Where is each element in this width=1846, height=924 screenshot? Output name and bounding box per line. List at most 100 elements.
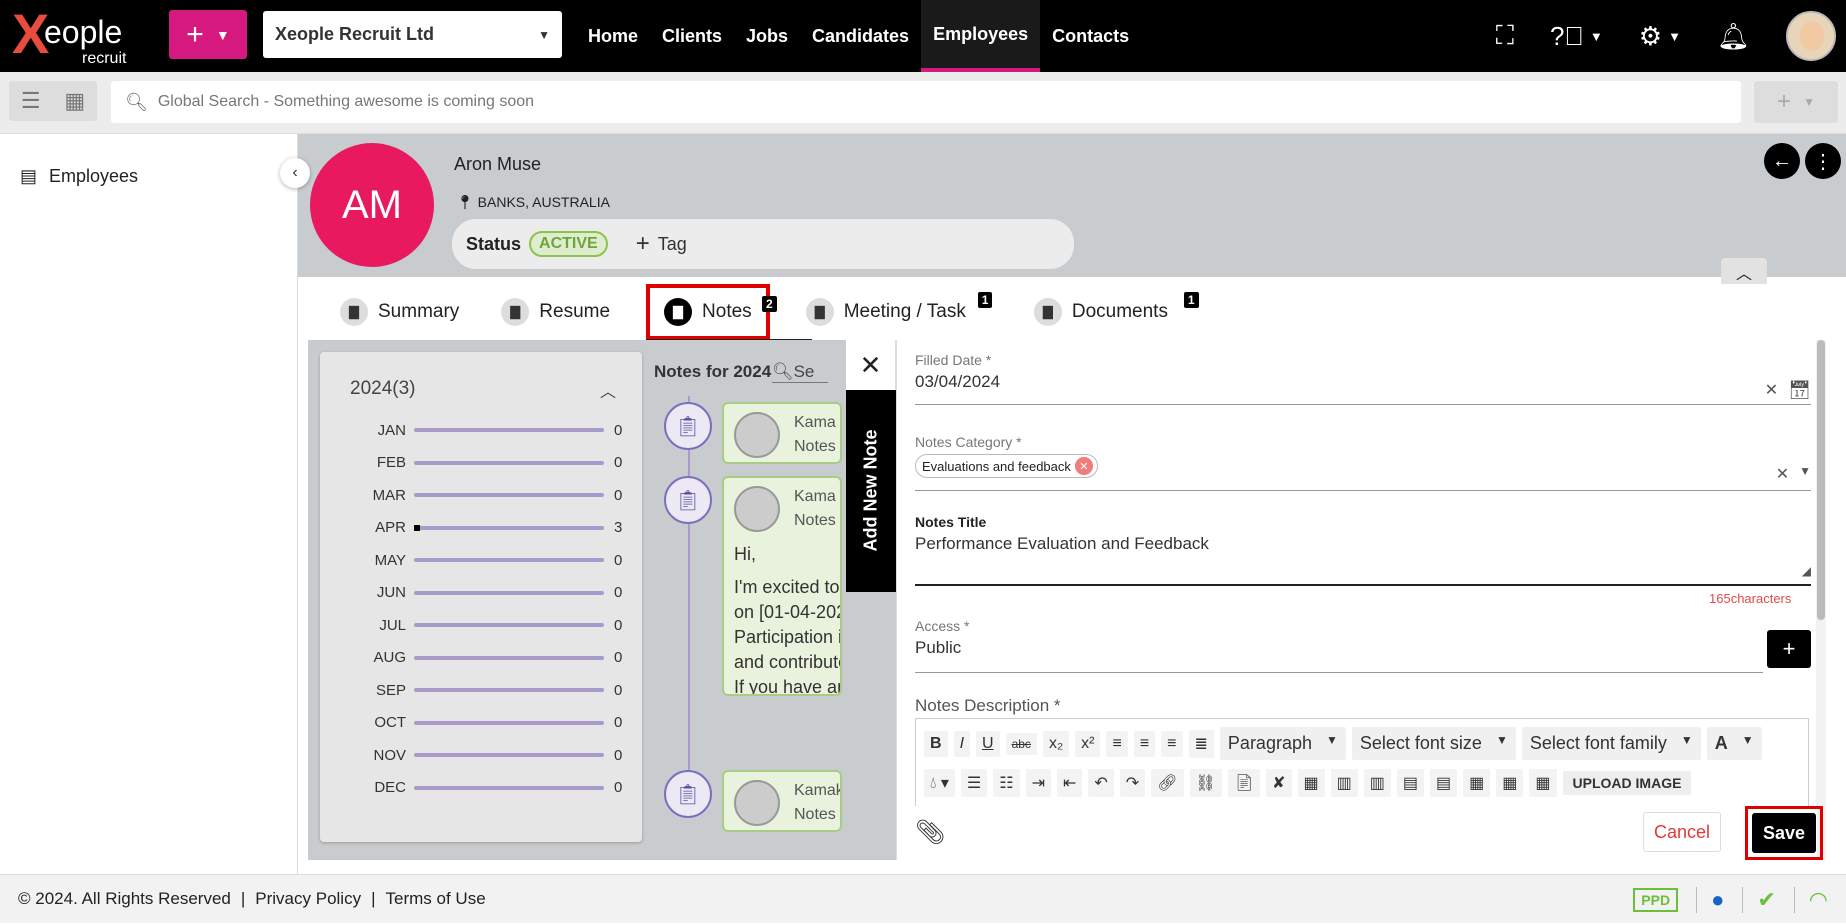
cancel-button[interactable]: Cancel [1643, 812, 1721, 852]
month-row[interactable]: JAN 0 [360, 420, 623, 440]
clear-icon[interactable]: ✕ [1765, 380, 1778, 401]
resize-handle-icon[interactable]: ◢ [1802, 564, 1811, 578]
month-row[interactable]: MAY 0 [360, 550, 623, 570]
document-icon[interactable]: 📄︎ [1227, 769, 1261, 797]
tab-summary[interactable]: ▇ Summary [326, 284, 473, 340]
month-row[interactable]: APR 3 [360, 518, 622, 538]
bullet-list-icon[interactable]: ☰ [960, 769, 988, 797]
clear-icon[interactable]: ✕ [1776, 464, 1789, 484]
link-icon[interactable]: 🔗︎ [1151, 769, 1184, 797]
numbered-list-icon[interactable]: ☷ [993, 769, 1020, 797]
year-title[interactable]: 2024(3) [350, 378, 416, 400]
month-row[interactable]: NOV 0 [360, 745, 622, 765]
table-row-after-icon[interactable]: ▤ [1430, 769, 1458, 797]
paperclip-icon[interactable]: 📎︎ [915, 818, 945, 847]
nav-contacts[interactable]: Contacts [1040, 0, 1141, 72]
nav-employees[interactable]: Employees [921, 0, 1041, 72]
tab-resume[interactable]: ▇ Resume [487, 284, 624, 340]
indent-icon[interactable]: ⇥ [1025, 769, 1051, 797]
sidebar-item-employees[interactable]: ▤ Employees [20, 166, 138, 187]
merge-cells-icon[interactable]: ▦ [1529, 769, 1557, 797]
chip-remove-icon[interactable]: ✕ [1074, 457, 1093, 475]
terms-of-use-link[interactable]: Terms of Use [386, 889, 486, 909]
italic-icon[interactable]: I [953, 730, 971, 757]
access-value[interactable]: Public [915, 638, 1811, 658]
notes-title-field[interactable]: Notes Title Performance Evaluation and F… [915, 514, 1811, 590]
filled-date-field[interactable]: Filled Date * 03/04/2024 ✕ 📅︎ [915, 352, 1811, 406]
help-menu[interactable]: ?⃝ ▼ [1550, 21, 1603, 52]
check-circle-icon[interactable]: ✔ [1742, 886, 1776, 913]
close-icon[interactable]: ✕ [846, 340, 896, 390]
note-card[interactable]: Kama Notes [722, 476, 842, 538]
delete-col-icon[interactable]: ▦ [1463, 769, 1491, 797]
sidebar-collapse-button[interactable]: ‹ [280, 158, 310, 188]
grid-view-icon[interactable]: ▦ [64, 88, 85, 114]
bell-icon[interactable]: 🔔︎ [1717, 21, 1750, 52]
undo-icon[interactable]: ↶ [1088, 769, 1114, 797]
notes-category-field[interactable]: Notes Category * Evaluations and feedbac… [915, 434, 1811, 491]
category-chip[interactable]: Evaluations and feedback ✕ [915, 454, 1098, 478]
wifi-icon[interactable]: ◠ [1793, 886, 1828, 913]
table-col-after-icon[interactable]: ▥ [1363, 769, 1391, 797]
list-view-icon[interactable]: ☰ [21, 88, 41, 114]
fullscreen-icon[interactable]: ⛶ [1496, 20, 1514, 52]
save-button[interactable]: Save [1752, 813, 1816, 853]
font-size-select[interactable]: Select font size ▼ [1351, 727, 1516, 760]
nav-clients[interactable]: Clients [650, 0, 734, 72]
tab-documents[interactable]: ▇ Documents 1 [1020, 284, 1199, 340]
month-row[interactable]: SEP 0 [360, 680, 622, 700]
add-button[interactable]: + ▼ [1754, 81, 1838, 123]
calendar-icon[interactable]: 📅︎ [1788, 380, 1811, 401]
back-button[interactable]: ← [1764, 143, 1800, 179]
align-right-icon[interactable]: ≡ [1161, 730, 1183, 757]
user-circle-icon[interactable]: ● [1696, 886, 1724, 913]
superscript-icon[interactable]: x² [1075, 730, 1101, 757]
tab-meeting-task[interactable]: ▇ Meeting / Task 1 [792, 284, 993, 340]
table-row-icon[interactable]: ▤ [1396, 769, 1425, 797]
tab-notes[interactable]: ▇ Notes 2 [646, 284, 812, 342]
align-justify-icon[interactable]: ≣ [1188, 729, 1214, 758]
month-row[interactable]: DEC 0 [360, 778, 622, 798]
settings-menu[interactable]: ⚙ ▼ [1639, 21, 1681, 52]
subscript-icon[interactable]: x₂ [1042, 730, 1070, 757]
strikethrough-icon[interactable]: abc [1005, 732, 1037, 755]
xeople-logo[interactable]: X eople recruit [12, 4, 142, 68]
company-select[interactable]: Xeople Recruit Ltd ▼ [263, 11, 562, 58]
font-family-select[interactable]: Select font family ▼ [1521, 727, 1701, 760]
month-row[interactable]: JUN 0 [360, 583, 623, 603]
highlight-color-icon[interactable]: 💧︎ ▾ [924, 769, 955, 797]
collapse-header-button[interactable]: ︿ [1721, 258, 1767, 286]
notes-title-input[interactable]: Performance Evaluation and Feedback [915, 534, 1811, 554]
underline-icon[interactable]: U [976, 730, 1000, 757]
chevron-up-icon[interactable]: ︿ [600, 378, 616, 402]
redo-icon[interactable]: ↷ [1119, 769, 1146, 797]
privacy-policy-link[interactable]: Privacy Policy [255, 889, 361, 909]
chevron-down-icon[interactable]: ▼ [1799, 464, 1811, 484]
table-icon[interactable]: ▦ [1297, 769, 1325, 797]
bold-icon[interactable]: B [924, 730, 948, 757]
align-center-icon[interactable]: ≡ [1133, 730, 1156, 757]
month-row[interactable]: MAR 0 [360, 485, 623, 505]
unlink-icon[interactable]: ⛓︎ [1189, 769, 1222, 797]
status-badge[interactable]: ACTIVE [529, 231, 608, 257]
notes-search-input[interactable]: 🔍︎Se [772, 362, 828, 383]
scrollbar-thumb[interactable] [1817, 340, 1825, 620]
font-color-select[interactable]: A ▼ [1706, 727, 1762, 760]
access-field[interactable]: Access * Public [915, 618, 1811, 673]
nav-jobs[interactable]: Jobs [734, 0, 800, 72]
more-options-button[interactable]: ⋮ [1805, 143, 1841, 179]
add-tag-button[interactable]: + Tag [636, 230, 687, 258]
user-avatar[interactable] [1786, 11, 1836, 61]
ppd-badge[interactable]: PPD [1633, 887, 1679, 912]
upload-image-button[interactable]: UPLOAD IMAGE [1562, 771, 1692, 795]
delete-row-icon[interactable]: ▦ [1496, 769, 1524, 797]
quick-add-button[interactable]: + ▼ [169, 10, 247, 59]
month-row[interactable]: AUG 0 [360, 648, 622, 668]
global-search-input[interactable]: 🔍︎ Global Search - Something awesome is … [111, 81, 1741, 123]
add-access-button[interactable]: + [1767, 630, 1811, 668]
note-card[interactable]: Kamakshi Bh Notes Title : [722, 770, 842, 832]
month-row[interactable]: JUL 0 [360, 615, 622, 635]
panel-scrollbar[interactable] [1816, 340, 1826, 860]
month-row[interactable]: FEB 0 [360, 453, 623, 473]
month-row[interactable]: OCT 0 [360, 713, 622, 733]
